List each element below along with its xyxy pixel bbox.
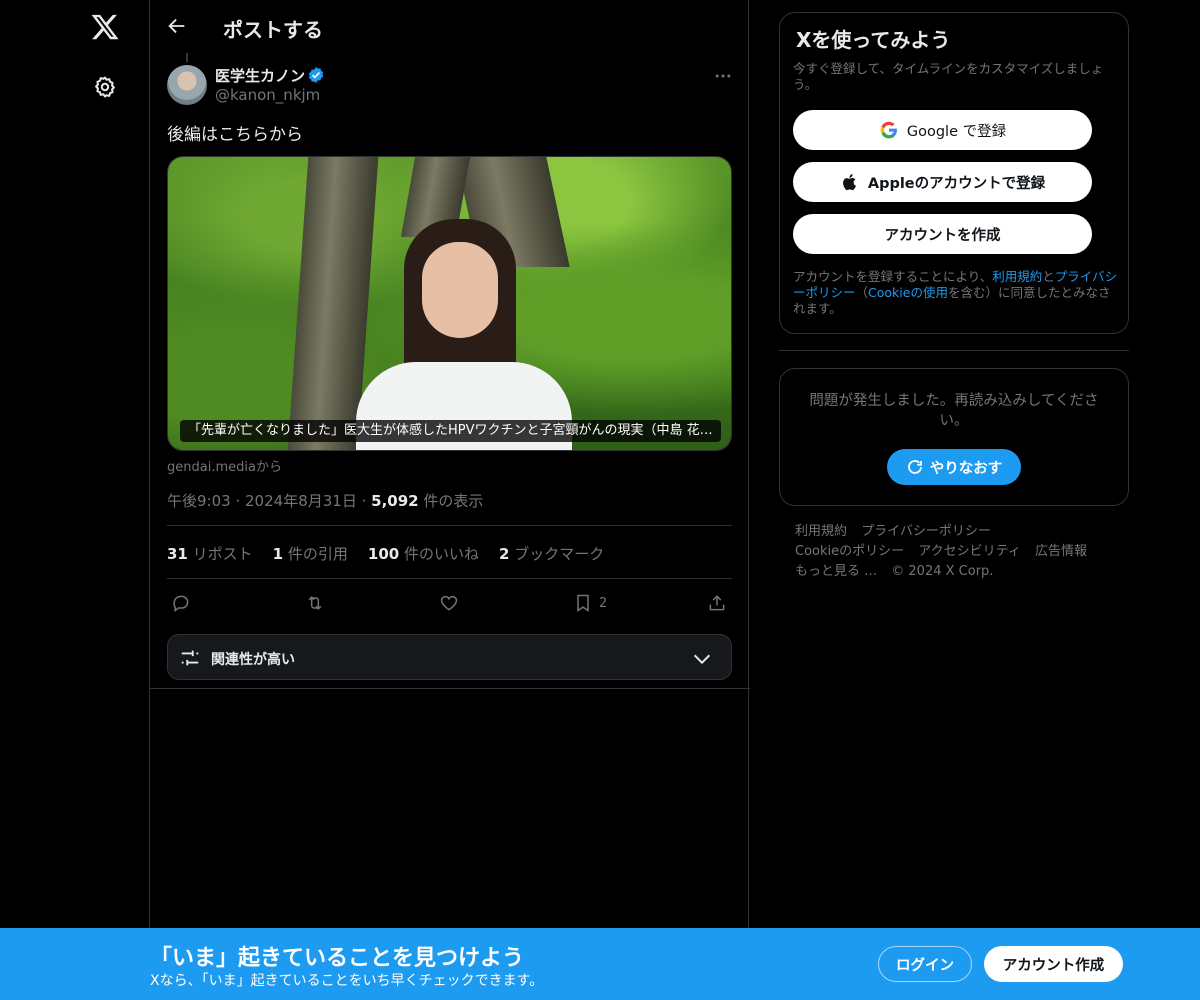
verified-badge-icon	[308, 67, 324, 83]
bookmark-count: 2	[599, 595, 608, 611]
reply-icon	[173, 595, 189, 612]
page-title: ポストする	[223, 18, 323, 42]
apple-signup-label: Appleのアカウントで登録	[867, 175, 1046, 192]
x-logo-icon[interactable]	[90, 12, 120, 42]
refresh-icon	[907, 460, 922, 474]
footer-link-ads[interactable]: 広告情報	[1035, 544, 1087, 559]
share-icon	[709, 595, 725, 611]
meta-separator: ·	[235, 492, 246, 510]
footer-link-more[interactable]: もっと見る …	[795, 564, 877, 579]
bookmark-button[interactable]: 2	[573, 592, 607, 614]
terms-link[interactable]: 利用規約	[992, 269, 1042, 284]
create-account-label: アカウントを作成	[884, 227, 1001, 244]
retry-label: やりなおす	[929, 460, 1003, 477]
more-options-icon[interactable]	[713, 66, 733, 86]
banner-subtitle: Xなら、「いま」起きていることをいち早くチェックできます。	[150, 973, 544, 989]
heart-icon	[440, 595, 458, 611]
create-account-button[interactable]: アカウントを作成	[793, 214, 1092, 254]
terms-and: と	[1042, 269, 1055, 284]
terms-prefix: アカウントを登録することにより、	[793, 269, 993, 284]
login-button[interactable]: ログイン	[878, 946, 972, 982]
settings-gear-icon[interactable]	[93, 75, 117, 99]
repost-button[interactable]	[305, 592, 325, 614]
views-label: 件の表示	[423, 492, 484, 510]
signup-title: Xを使ってみよう	[796, 28, 951, 52]
card-caption: 「先輩が亡くなりました」医大生が体感したHPVワクチンと子宮頸がんの現実（中島 …	[180, 420, 721, 442]
divider	[150, 688, 750, 689]
quotes-stat[interactable]: 1 件の引用	[273, 543, 348, 564]
signup-panel: Xを使ってみよう 今すぐ登録して、タイムラインをカスタマイズしましょう。 Goo…	[779, 12, 1129, 334]
card-source[interactable]: gendai.mediaから	[167, 456, 282, 475]
chevron-down-icon	[693, 654, 711, 665]
likes-stat[interactable]: 100 件のいいね	[368, 543, 479, 564]
like-button[interactable]	[439, 592, 459, 614]
left-nav	[0, 0, 150, 1000]
error-panel: 問題が発生しました。再読み込みしてください。 やりなおす	[779, 368, 1129, 506]
reply-sort-label: 関連性が高い	[211, 652, 295, 668]
footer-links: 利用規約 プライバシーポリシー Cookieのポリシー アクセシビリティ 広告情…	[795, 522, 1115, 582]
apple-logo-icon	[842, 174, 856, 191]
post-actions: 2	[167, 592, 732, 616]
error-message: 問題が発生しました。再読み込みしてください。	[809, 393, 1099, 429]
google-signup-label: Google で登録	[906, 123, 1007, 140]
banner-title: 「いま」起きていることを見つけよう	[150, 946, 525, 971]
signup-description: 今すぐ登録して、タイムラインをカスタマイズしましょう。	[793, 61, 1104, 92]
author-handle[interactable]: @kanon_nkjm	[215, 86, 320, 104]
bookmarks-stat[interactable]: 2 ブックマーク	[499, 543, 604, 564]
share-button[interactable]	[707, 592, 727, 614]
sliders-icon	[181, 650, 199, 666]
post-meta: 午後9:03 · 2024年8月31日 · 5,092 件の表示	[167, 490, 483, 511]
meta-separator: ·	[361, 492, 372, 510]
retry-button[interactable]: やりなおす	[887, 449, 1021, 485]
cookie-use-link[interactable]: Cookieの使用	[868, 285, 948, 300]
divider	[167, 525, 732, 526]
author-name[interactable]: 医学生カノン	[215, 65, 305, 86]
page-header: ポストする	[150, 0, 750, 53]
post-stats: 31 リポスト 1 件の引用 100 件のいいね 2 ブックマーク	[167, 543, 604, 564]
footer-copyright: © 2024 X Corp.	[891, 564, 994, 579]
google-logo-icon	[880, 121, 897, 139]
terms-paren: （	[855, 285, 869, 300]
signup-banner: 「いま」起きていることを見つけよう Xなら、「いま」起きていることをいち早くチェ…	[0, 928, 1200, 1000]
footer-link-privacy[interactable]: プライバシーポリシー	[861, 524, 991, 539]
post-text: 後編はこちらから	[167, 125, 303, 145]
card-image-person-face	[422, 242, 498, 338]
footer-link-cookie[interactable]: Cookieのポリシー	[795, 544, 904, 559]
views-count: 5,092	[371, 492, 419, 510]
google-signup-button[interactable]: Google で登録	[793, 110, 1092, 150]
bookmark-icon	[577, 594, 589, 612]
link-card[interactable]: 「先輩が亡くなりました」医大生が体感したHPVワクチンと子宮頸がんの現実（中島 …	[167, 156, 732, 451]
main-column: ポストする 医学生カノン @kanon_nkjm 後編はこちらから 「先輩が亡く…	[149, 0, 750, 1000]
reply-button[interactable]	[171, 592, 191, 614]
author-avatar[interactable]	[167, 65, 207, 105]
reposts-stat[interactable]: 31 リポスト	[167, 543, 253, 564]
footer-link-terms[interactable]: 利用規約	[795, 524, 847, 539]
divider	[779, 350, 1129, 351]
back-arrow-icon[interactable]	[166, 15, 188, 37]
post-date[interactable]: 2024年8月31日	[245, 492, 357, 510]
footer-link-accessibility[interactable]: アクセシビリティ	[918, 544, 1021, 559]
apple-signup-button[interactable]: Appleのアカウントで登録	[793, 162, 1092, 202]
banner-create-account-button[interactable]: アカウント作成	[984, 946, 1123, 982]
repost-icon	[308, 596, 322, 610]
terms-text: アカウントを登録することにより、利用規約とプライバシーポリシー（Cookieの使…	[793, 269, 1118, 317]
reply-sort-dropdown[interactable]: 関連性が高い	[167, 634, 732, 680]
thread-connector-line	[186, 53, 188, 62]
post-time[interactable]: 午後9:03	[167, 492, 231, 510]
divider	[167, 578, 732, 579]
